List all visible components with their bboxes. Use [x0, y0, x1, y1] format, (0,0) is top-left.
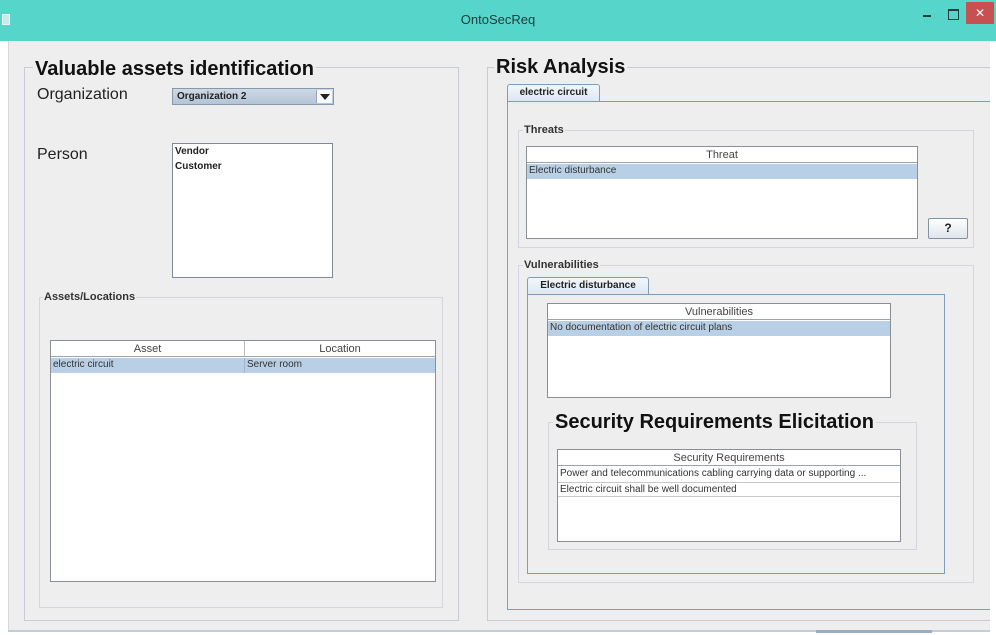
window-left-edge: [8, 41, 9, 631]
close-button[interactable]: [966, 2, 994, 24]
table-header: Security Requirements: [558, 450, 900, 466]
organization-combo-value: Organization 2: [177, 91, 247, 102]
column-header-location[interactable]: Location: [244, 341, 435, 357]
list-item[interactable]: Vendor: [175, 145, 209, 159]
vulnerabilities-title: Vulnerabilities: [523, 258, 600, 272]
assets-table[interactable]: Asset Location electric circuit Server r…: [50, 340, 436, 582]
table-cell: Server room: [244, 358, 435, 373]
column-header-threat[interactable]: Threat: [527, 147, 917, 163]
table-cell: No documentation of electric circuit pla…: [550, 322, 733, 333]
column-header-vulnerabilities[interactable]: Vulnerabilities: [548, 304, 890, 320]
list-item[interactable]: Customer: [175, 160, 222, 174]
sre-title: Security Requirements Elicitation: [553, 410, 876, 434]
chevron-down-icon[interactable]: [316, 90, 332, 103]
window-bottom-accent: [816, 630, 932, 633]
organization-combo[interactable]: Organization 2: [172, 88, 334, 105]
tab-electric-circuit[interactable]: electric circuit: [507, 84, 600, 102]
table-header: Asset Location: [51, 341, 435, 357]
minimize-button[interactable]: [914, 4, 940, 25]
maximize-button[interactable]: [940, 4, 966, 25]
table-row[interactable]: Electric circuit shall be well documente…: [558, 482, 900, 497]
assets-panel-title: Valuable assets identification: [33, 57, 316, 81]
table-row[interactable]: Power and telecommunications cabling car…: [558, 466, 900, 482]
security-requirements-table[interactable]: Security Requirements Power and telecomm…: [557, 449, 901, 542]
table-header: Threat: [527, 147, 917, 163]
person-label: Person: [37, 146, 88, 163]
table-cell: electric circuit: [53, 359, 114, 370]
column-header-asset[interactable]: Asset: [51, 341, 244, 357]
table-cell: Electric circuit shall be well documente…: [560, 484, 737, 495]
help-button[interactable]: ?: [928, 218, 968, 239]
table-row[interactable]: Electric disturbance: [527, 164, 917, 179]
table-row[interactable]: No documentation of electric circuit pla…: [548, 321, 890, 336]
tab-electric-disturbance[interactable]: Electric disturbance: [527, 277, 649, 295]
column-header-security-requirements[interactable]: Security Requirements: [558, 450, 900, 466]
risk-panel-title: Risk Analysis: [494, 55, 628, 79]
table-header: Vulnerabilities: [548, 304, 890, 320]
vulnerabilities-table[interactable]: Vulnerabilities No documentation of elec…: [547, 303, 891, 398]
threats-table[interactable]: Threat Electric disturbance: [526, 146, 918, 239]
table-cell: Power and telecommunications cabling car…: [560, 468, 867, 479]
table-cell: Electric disturbance: [529, 165, 617, 176]
assets-locations-title: Assets/Locations: [43, 290, 137, 304]
person-list[interactable]: Vendor Customer: [172, 143, 333, 278]
threats-title: Threats: [523, 123, 565, 137]
window-title: OntoSecReq: [460, 12, 536, 27]
table-row[interactable]: electric circuit Server room: [51, 358, 435, 373]
organization-label: Organization: [37, 86, 128, 103]
